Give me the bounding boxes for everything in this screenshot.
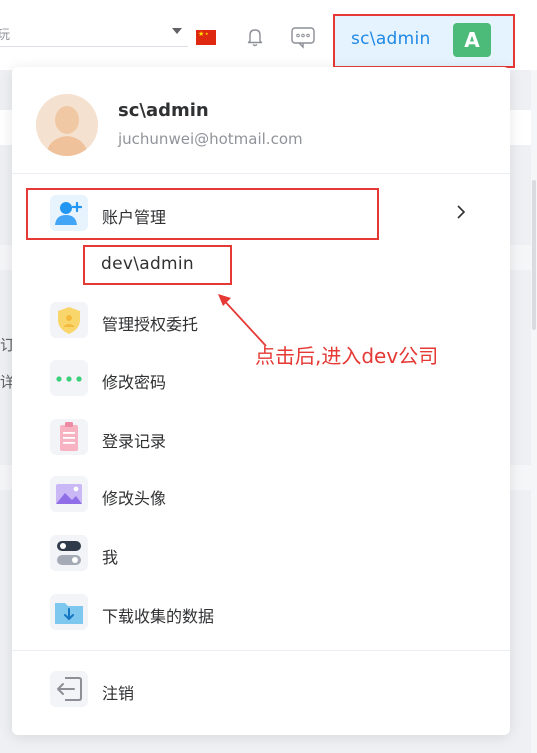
dots-icon — [50, 360, 88, 396]
clipboard-icon — [50, 419, 88, 455]
language-select[interactable]: 玩 — [0, 22, 188, 47]
menu-item-label: 注销 — [102, 684, 135, 703]
profile-email: juchunwei@hotmail.com — [118, 130, 303, 148]
annotation-box-dev-admin — [83, 245, 232, 285]
menu-item-download-data[interactable]: 下载收集的数据 — [50, 592, 490, 632]
chevron-down-icon — [172, 28, 182, 34]
annotation-box-account-management — [26, 188, 379, 240]
user-avatar: A — [453, 23, 491, 57]
menu-item-label: 修改头像 — [102, 489, 167, 508]
menu-item-delegation[interactable]: 管理授权委托 — [50, 300, 490, 340]
divider — [12, 650, 510, 651]
logout-icon — [50, 671, 88, 707]
download-folder-icon — [50, 594, 88, 630]
bell-icon[interactable] — [242, 24, 268, 50]
current-user-name: sc\admin — [351, 29, 431, 49]
user-menu-trigger[interactable]: sc\admin A — [333, 14, 515, 68]
scrollbar-thumb[interactable] — [532, 180, 536, 330]
scrollbar-track[interactable] — [531, 70, 537, 753]
language-select-value: 玩 — [0, 28, 11, 43]
menu-item-change-avatar[interactable]: 修改头像 — [50, 474, 490, 514]
menu-item-logout[interactable]: 注销 — [50, 669, 490, 709]
profile-name: sc\admin — [118, 100, 209, 121]
user-dropdown-panel: sc\admin juchunwei@hotmail.com 账户管理 dev\… — [12, 67, 510, 735]
divider — [12, 173, 510, 174]
china-flag-icon[interactable]: ★ ★ — [196, 30, 216, 45]
image-icon — [50, 476, 88, 512]
shield-icon — [50, 302, 88, 338]
annotation-text: 点击后,进入dev公司 — [255, 344, 439, 368]
menu-item-label: 登录记录 — [102, 432, 167, 451]
menu-item-login-records[interactable]: 登录记录 — [50, 417, 490, 457]
chevron-right-icon — [457, 205, 466, 219]
toggle-icon — [50, 535, 88, 571]
menu-item-label: 我 — [102, 548, 119, 567]
avatar — [36, 94, 98, 156]
menu-item-label: 修改密码 — [102, 373, 167, 392]
top-bar: 玩 ★ ★ sc\admin A — [0, 0, 537, 70]
chat-icon[interactable] — [290, 24, 316, 50]
menu-item-label: 下载收集的数据 — [102, 607, 215, 626]
menu-item-label: 管理授权委托 — [102, 315, 199, 334]
menu-item-me[interactable]: 我 — [50, 533, 490, 573]
